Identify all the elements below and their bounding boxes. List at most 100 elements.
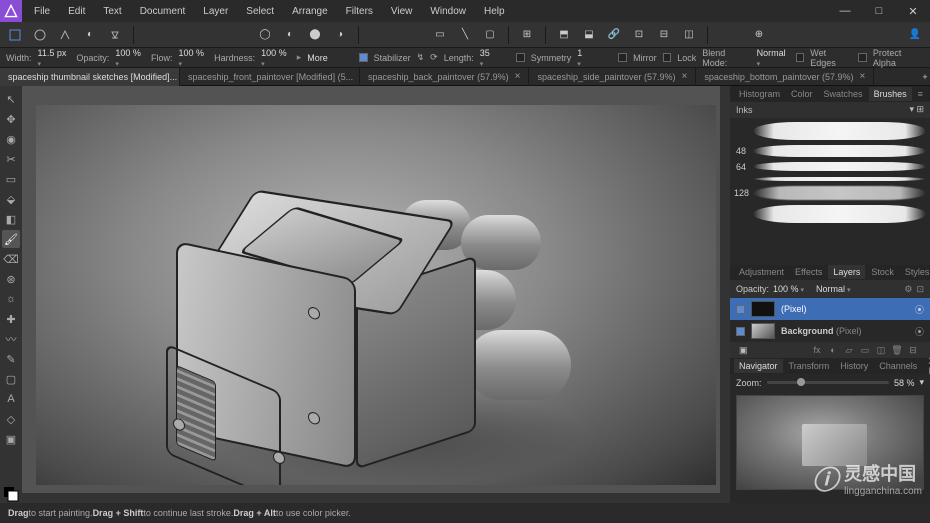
lock-checkbox[interactable] — [663, 53, 672, 62]
liquify-persona-icon[interactable] — [29, 25, 51, 45]
menu-help[interactable]: Help — [476, 3, 513, 20]
opacity-value[interactable]: 100 % — [115, 48, 145, 68]
account-icon[interactable]: 👤 — [904, 25, 926, 45]
tab-navigator[interactable]: Navigator — [734, 359, 783, 373]
tab-brushes[interactable]: Brushes — [869, 87, 912, 101]
brush-item[interactable]: 48 — [734, 145, 926, 157]
assist3-icon[interactable]: ⊡ — [628, 25, 650, 45]
layer-visibility-checkbox[interactable] — [736, 327, 745, 336]
scrollbar-horizontal[interactable] — [22, 493, 730, 503]
menu-text[interactable]: Text — [95, 3, 129, 20]
menu-layer[interactable]: Layer — [195, 3, 236, 20]
assist1-icon[interactable]: ⬒ — [553, 25, 575, 45]
swatch-tool-icon[interactable]: ▣ — [2, 430, 20, 448]
menu-window[interactable]: Window — [422, 3, 474, 20]
flood-tool-icon[interactable]: ⬙ — [2, 190, 20, 208]
paint-brush-tool-icon[interactable]: 🖌 — [2, 230, 20, 248]
tab-histogram[interactable]: Histogram — [734, 87, 785, 101]
select-square-icon[interactable]: ▢ — [479, 25, 501, 45]
text-tool-icon[interactable]: A — [2, 390, 20, 408]
doc-tab-1[interactable]: spaceship_front_paintover [Modified] (5.… — [180, 68, 360, 86]
layer-row[interactable]: (Pixel) ⦿ — [730, 298, 930, 320]
menu-filters[interactable]: Filters — [338, 3, 381, 20]
zoom-menu-icon[interactable]: ▾ — [919, 377, 924, 388]
hardness-value[interactable]: 100 % — [261, 48, 291, 68]
panel-menu-icon[interactable]: ≡ — [913, 87, 928, 101]
erase-tool-icon[interactable]: ⌫ — [2, 250, 20, 268]
tab-history[interactable]: History — [835, 359, 873, 373]
fg-bg-swatch[interactable] — [2, 485, 20, 503]
length-value[interactable]: 35 — [480, 48, 495, 68]
color-none-icon[interactable]: ◯ — [254, 25, 276, 45]
brush-item[interactable] — [734, 205, 926, 223]
node-tool-icon[interactable]: ◇ — [2, 410, 20, 428]
menu-edit[interactable]: Edit — [60, 3, 93, 20]
zoom-value[interactable]: 58 % — [894, 378, 915, 388]
brush-category[interactable]: Inks ▾ ⊞ — [730, 102, 930, 118]
view-tool-icon[interactable]: ✥ — [2, 110, 20, 128]
color-picker-icon[interactable]: ◉ — [2, 130, 20, 148]
close-icon[interactable]: × — [859, 71, 865, 82]
menu-document[interactable]: Document — [132, 3, 194, 20]
flow-value[interactable]: 100 % — [178, 48, 208, 68]
tab-effects[interactable]: Effects — [790, 265, 827, 279]
tab-swatches[interactable]: Swatches — [819, 87, 868, 101]
adj-icon[interactable]: ◐ — [826, 344, 840, 356]
dodge-tool-icon[interactable]: ☼ — [2, 290, 20, 308]
document-canvas[interactable] — [36, 105, 716, 485]
mirror-checkbox[interactable] — [618, 53, 627, 62]
doc-tab-2[interactable]: spaceship_back_paintover (57.9%)× — [360, 68, 529, 86]
liquid-tool-icon[interactable]: 〰 — [2, 330, 20, 348]
mask-icon[interactable]: ▣ — [736, 345, 751, 356]
tab-add-icon[interactable]: + — [920, 72, 930, 82]
doc-tab-0[interactable]: spaceship thumbnail sketches [Modified].… — [0, 68, 180, 86]
gradient-tool-icon[interactable]: ◧ — [2, 210, 20, 228]
menu-arrange[interactable]: Arrange — [284, 3, 336, 20]
photo-persona-icon[interactable] — [4, 25, 26, 45]
tab-transform[interactable]: Transform — [784, 359, 835, 373]
pen-tool-icon[interactable]: ✎ — [2, 350, 20, 368]
assist2-icon[interactable]: ⬓ — [578, 25, 600, 45]
heal-tool-icon[interactable]: ✚ — [2, 310, 20, 328]
brush-item[interactable] — [734, 122, 926, 140]
select-rect-icon[interactable]: ▭ — [429, 25, 451, 45]
protect-checkbox[interactable] — [858, 53, 867, 62]
develop-persona-icon[interactable] — [54, 25, 76, 45]
tab-adjustment[interactable]: Adjustment — [734, 265, 789, 279]
menu-select[interactable]: Select — [238, 3, 282, 20]
add-layer-icon[interactable]: ◫ — [874, 344, 888, 356]
shape-tool-icon[interactable]: ▢ — [2, 370, 20, 388]
tone-persona-icon[interactable]: ◐ — [79, 25, 101, 45]
color-full-icon[interactable]: ⬤ — [304, 25, 326, 45]
maximize-button[interactable]: □ — [862, 0, 896, 22]
assist4-icon[interactable]: ⊟ — [653, 25, 675, 45]
menu-view[interactable]: View — [383, 3, 421, 20]
merge-icon[interactable]: ⊟ — [906, 344, 920, 356]
stab-mode1-icon[interactable]: ↯ — [417, 52, 425, 63]
symmetry-value[interactable]: 1 — [577, 48, 587, 68]
layer-row[interactable]: Background (Pixel) ⦿ — [730, 320, 930, 342]
assist5-icon[interactable]: ◫ — [678, 25, 700, 45]
stabilizer-checkbox[interactable] — [359, 53, 368, 62]
anchor-icon[interactable]: ⊕ — [748, 25, 770, 45]
tab-color[interactable]: Color — [786, 87, 818, 101]
color-half-icon[interactable]: ◐ — [279, 25, 301, 45]
snap-icon[interactable]: ⊞ — [516, 25, 538, 45]
layer-opacity-value[interactable]: 100 % — [773, 284, 804, 294]
assist-link-icon[interactable]: 🔗 — [603, 25, 625, 45]
tab-channels[interactable]: Channels — [874, 359, 922, 373]
brush-item[interactable] — [734, 177, 926, 181]
blend-value[interactable]: Normal — [757, 48, 790, 68]
tab-layers[interactable]: Layers — [828, 265, 865, 279]
layer-gear-icon[interactable]: ⚙ — [904, 284, 912, 295]
wet-checkbox[interactable] — [796, 53, 805, 62]
close-icon[interactable]: × — [682, 71, 688, 82]
brush-item[interactable]: 128 — [734, 186, 926, 200]
canvas-viewport[interactable] — [22, 86, 730, 503]
tab-stock[interactable]: Stock — [866, 265, 899, 279]
zoom-slider[interactable] — [767, 381, 889, 384]
layer-blend-value[interactable]: Normal — [816, 284, 850, 294]
delete-layer-icon[interactable]: 🗑 — [890, 344, 904, 356]
group-icon[interactable]: ▭ — [858, 344, 872, 356]
more-button[interactable]: More — [307, 53, 328, 63]
